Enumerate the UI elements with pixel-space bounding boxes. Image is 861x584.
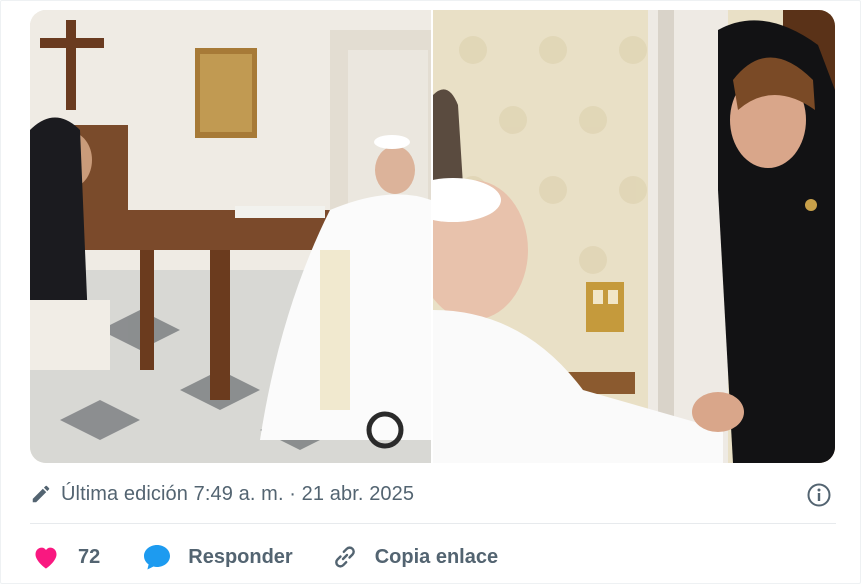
info-icon[interactable]: [806, 482, 832, 508]
photo-right-illustration: [433, 10, 835, 463]
heart-icon: [35, 547, 57, 569]
reply-label: Responder: [188, 545, 293, 568]
edited-timestamp[interactable]: Última edición 7:49 a. m. · 21 abr. 2025: [61, 483, 414, 506]
photo-left[interactable]: [30, 10, 431, 463]
photo-left-illustration: [30, 10, 431, 463]
copy-link-button[interactable]: Copia enlace: [331, 543, 498, 571]
photo-right[interactable]: [433, 10, 835, 463]
copy-link-label: Copia enlace: [374, 545, 499, 568]
like-button[interactable]: 72: [32, 544, 100, 570]
pencil-icon[interactable]: [30, 483, 52, 505]
reply-bubble-icon: [144, 545, 171, 570]
like-count: 72: [78, 545, 101, 568]
edit-meta-row: Última edición 7:49 a. m. · 21 abr. 2025: [30, 478, 836, 510]
actions-bar: 72 Responder Copia enlace: [32, 540, 498, 574]
reply-button[interactable]: Responder: [142, 543, 293, 571]
link-icon: [334, 546, 355, 568]
divider-line: [30, 523, 836, 524]
media-grid: [30, 10, 835, 463]
